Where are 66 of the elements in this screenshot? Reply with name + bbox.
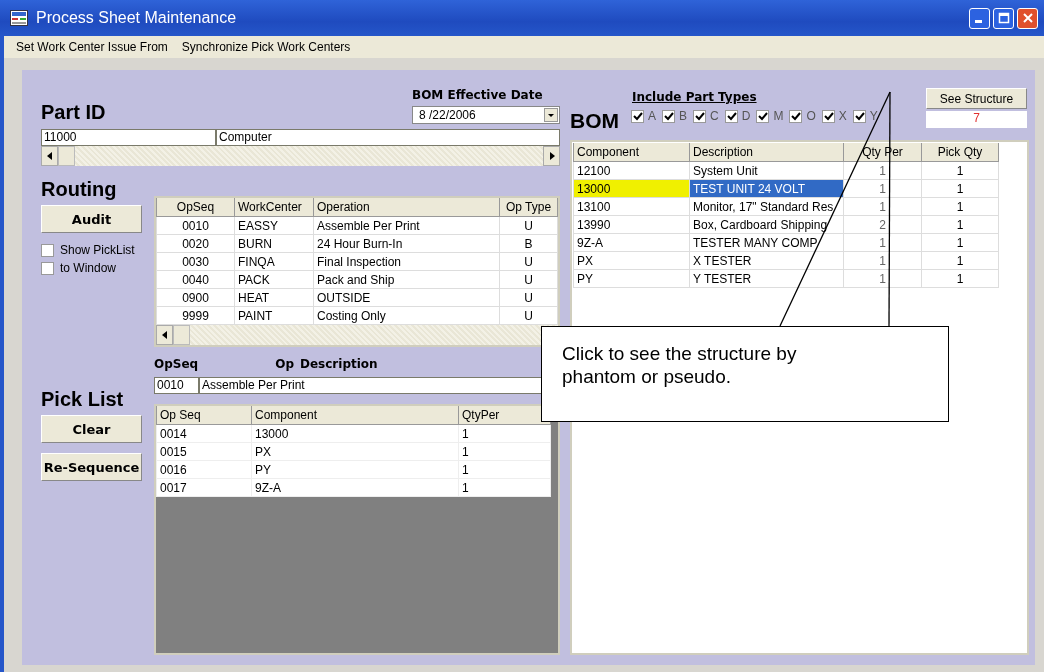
date-dropdown[interactable]: 8 /22/2006 bbox=[412, 106, 560, 124]
field-label: BOM Effective Date bbox=[412, 88, 544, 102]
field-label: Op bbox=[274, 357, 294, 371]
checkbox-label: Show PickList bbox=[60, 243, 135, 257]
checkbox[interactable] bbox=[756, 109, 770, 123]
checkbox-label: B bbox=[679, 109, 688, 123]
checkbox[interactable] bbox=[662, 109, 675, 123]
column-header[interactable]: Op Seq bbox=[156, 406, 252, 425]
checkbox-label: to Window bbox=[60, 261, 117, 275]
checkbox-label: X bbox=[838, 109, 847, 123]
column-header[interactable]: WorkCenter bbox=[234, 198, 314, 217]
close-icon bbox=[1021, 12, 1034, 24]
checkbox-label: C bbox=[710, 109, 719, 123]
minimize-button[interactable] bbox=[969, 7, 990, 29]
checkbox-label: M bbox=[773, 109, 784, 123]
section-heading: Routing bbox=[41, 178, 118, 201]
audit-button[interactable]: Audit bbox=[41, 205, 142, 233]
checkbox[interactable] bbox=[724, 109, 738, 123]
field-label: Include Part Types bbox=[632, 90, 758, 104]
column-header[interactable]: Pick Qty bbox=[921, 143, 999, 162]
menu-item[interactable]: Synchronize Pick Work Centers bbox=[181, 40, 351, 54]
section-heading: Part ID bbox=[41, 101, 106, 124]
see-structure-button[interactable]: See Structure bbox=[926, 88, 1027, 109]
maximize-button[interactable] bbox=[993, 7, 1014, 29]
horizontal-scrollbar[interactable] bbox=[41, 146, 560, 166]
column-header[interactable]: QtyPer bbox=[458, 406, 551, 425]
menu-item[interactable]: Set Work Center Issue From bbox=[16, 40, 168, 54]
checkbox[interactable] bbox=[693, 109, 707, 123]
checkbox-label: A bbox=[648, 109, 656, 123]
field-label: Description bbox=[300, 357, 378, 371]
column-header[interactable]: Component bbox=[251, 406, 459, 425]
action-button[interactable]: Re-Sequence bbox=[41, 453, 142, 481]
field-label: OpSeq bbox=[154, 357, 200, 371]
checkbox[interactable] bbox=[789, 109, 803, 123]
checkbox[interactable] bbox=[41, 261, 54, 275]
scroll-thumb[interactable] bbox=[58, 146, 75, 166]
column-header[interactable]: Description bbox=[689, 143, 844, 162]
column-header[interactable]: Component bbox=[573, 143, 690, 162]
scroll-thumb[interactable] bbox=[173, 325, 190, 345]
minimize-icon bbox=[975, 20, 982, 23]
app-icon bbox=[10, 10, 28, 26]
action-button[interactable]: Clear bbox=[41, 415, 142, 443]
part-description-field[interactable]: Computer bbox=[216, 129, 560, 146]
checkbox[interactable] bbox=[852, 109, 866, 123]
checkbox[interactable] bbox=[631, 109, 644, 123]
left-arrow-icon bbox=[160, 331, 169, 339]
column-header[interactable]: OpSeq bbox=[156, 198, 235, 217]
checkbox-label: Y bbox=[869, 109, 878, 123]
checkbox[interactable] bbox=[821, 109, 835, 123]
column-header[interactable]: Operation bbox=[313, 198, 500, 217]
column-header[interactable]: Op Type bbox=[499, 198, 558, 217]
checkbox-label: O bbox=[806, 109, 816, 123]
left-arrow-icon bbox=[45, 152, 54, 160]
part-id-field[interactable]: 11000 bbox=[41, 129, 216, 146]
callout-tooltip: Click to see the structure by phantom or pseudo. bbox=[541, 326, 949, 422]
window-title: Process Sheet Maintenance bbox=[36, 9, 238, 27]
checkbox-label: D bbox=[741, 109, 751, 123]
horizontal-scrollbar[interactable] bbox=[156, 325, 558, 345]
maximize-icon bbox=[997, 12, 1010, 24]
right-arrow-icon bbox=[547, 152, 556, 160]
section-heading: Pick List bbox=[41, 388, 125, 411]
close-button[interactable] bbox=[1017, 7, 1038, 29]
op-seq-field[interactable]: 0010 bbox=[154, 377, 199, 394]
checkbox[interactable] bbox=[41, 243, 54, 257]
count-field: 7 bbox=[926, 111, 1027, 128]
section-heading: BOM bbox=[570, 109, 619, 133]
